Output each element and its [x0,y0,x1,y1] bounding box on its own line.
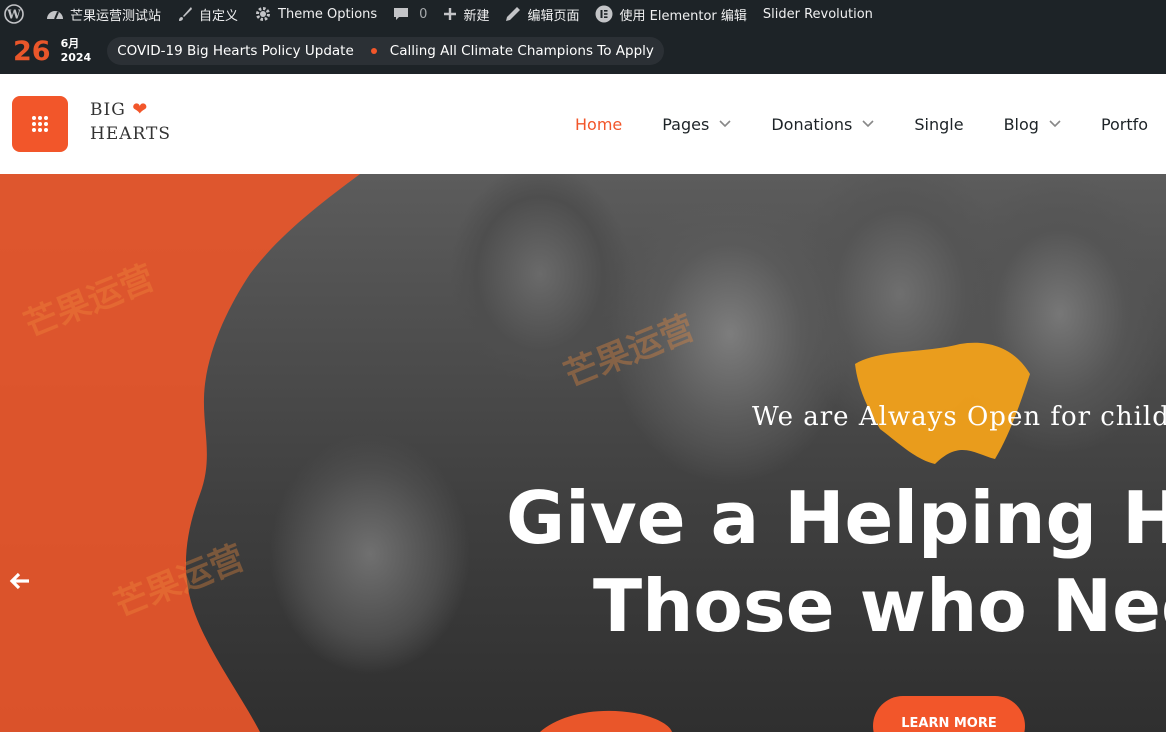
wordpress-logo-button[interactable]: W [0,0,38,28]
top-bar: 26 6月 2024 COVID-19 Big Hearts Policy Up… [0,28,1166,74]
edit-page-label: 编辑页面 [527,8,580,24]
grid-dots-icon [32,116,48,132]
news-item[interactable]: COVID-19 Big Hearts Policy Update [117,43,354,59]
nav-label: Donations [771,114,853,134]
hero-slider: We are Always Open for children Give a H… [0,174,1166,732]
slider-label: Slider Revolution [762,6,873,22]
brush-icon [179,7,193,21]
comment-icon [394,8,409,20]
customize-label: 自定义 [199,8,239,24]
nav-item-single[interactable]: Single [914,115,963,134]
nav-label: Blog [1003,114,1039,134]
nav-item-home[interactable]: Home [575,115,622,134]
date-year: 2024 [60,51,92,64]
dashboard-icon [47,11,63,20]
menu-grid-button[interactable] [12,96,68,152]
headline-line2: Those who Nee [593,564,1166,648]
news-item[interactable]: Calling All Climate Champions To Apply [390,43,654,59]
plus-icon [444,8,457,20]
theme-options-link[interactable]: Theme Options [246,0,385,28]
admin-bar: W 芒果运营测试站 自定义 Theme Options 0 新建 编辑页面 使用… [0,0,1166,28]
pencil-icon [506,7,521,21]
hero-headline: Give a Helping Ha Those who Nee [506,474,1166,650]
headline-line1: Give a Helping Ha [506,476,1166,560]
elementor-icon [595,5,613,23]
nav-label: Single [914,114,964,134]
elementor-edit-link[interactable]: 使用 Elementor 编辑 [587,0,754,28]
nav-item-donations[interactable]: Donations [771,115,874,134]
news-ticker: COVID-19 Big Hearts Policy Update Callin… [107,37,664,65]
nav-item-portfolio[interactable]: Portfo [1101,115,1148,134]
comments-link[interactable]: 0 [385,0,435,28]
nav-label: Home [575,114,623,134]
edit-page-link[interactable]: 编辑页面 [497,0,587,28]
date-day: 26 [13,35,51,67]
slider-revolution-link[interactable]: Slider Revolution [755,0,881,28]
chevron-down-icon [1049,120,1061,128]
arrow-left-icon [9,572,29,590]
elementor-label: 使用 Elementor 编辑 [619,8,747,24]
chevron-down-icon [719,120,731,128]
learn-more-button[interactable]: LEARN MORE [873,696,1025,732]
hero-tagline: We are Always Open for children [752,402,1166,432]
comments-count: 0 [419,6,428,22]
new-content-link[interactable]: 新建 [435,0,497,28]
logo-line2: HEARTS [90,124,171,144]
theme-options-label: Theme Options [278,6,378,22]
site-header: BIG ❤ HEARTS Home Pages Donations Single… [0,74,1166,174]
heart-icon: ❤ [132,99,149,120]
date-month-year: 6月 2024 [61,37,92,65]
logo-line1: BIG [90,100,126,120]
site-name: 芒果运营测试站 [70,8,162,24]
new-label: 新建 [463,8,490,24]
nav-item-pages[interactable]: Pages [662,115,731,134]
main-nav: Home Pages Donations Single Blog Portfo [575,74,1166,174]
nav-label: Pages [662,114,710,134]
separator-dot [370,48,377,54]
nav-item-blog[interactable]: Blog [1004,115,1061,134]
slider-prev-arrow[interactable] [8,569,32,597]
nav-label: Portfo [1100,114,1149,134]
svg-text:W: W [6,8,21,22]
chevron-down-icon [862,120,874,128]
customize-link[interactable]: 自定义 [169,0,246,28]
gear-icon [256,7,271,21]
site-logo[interactable]: BIG ❤ HEARTS [90,98,171,146]
wordpress-icon: W [4,4,24,24]
date-month: 6月 [60,37,80,50]
site-name-link[interactable]: 芒果运营测试站 [38,0,169,28]
